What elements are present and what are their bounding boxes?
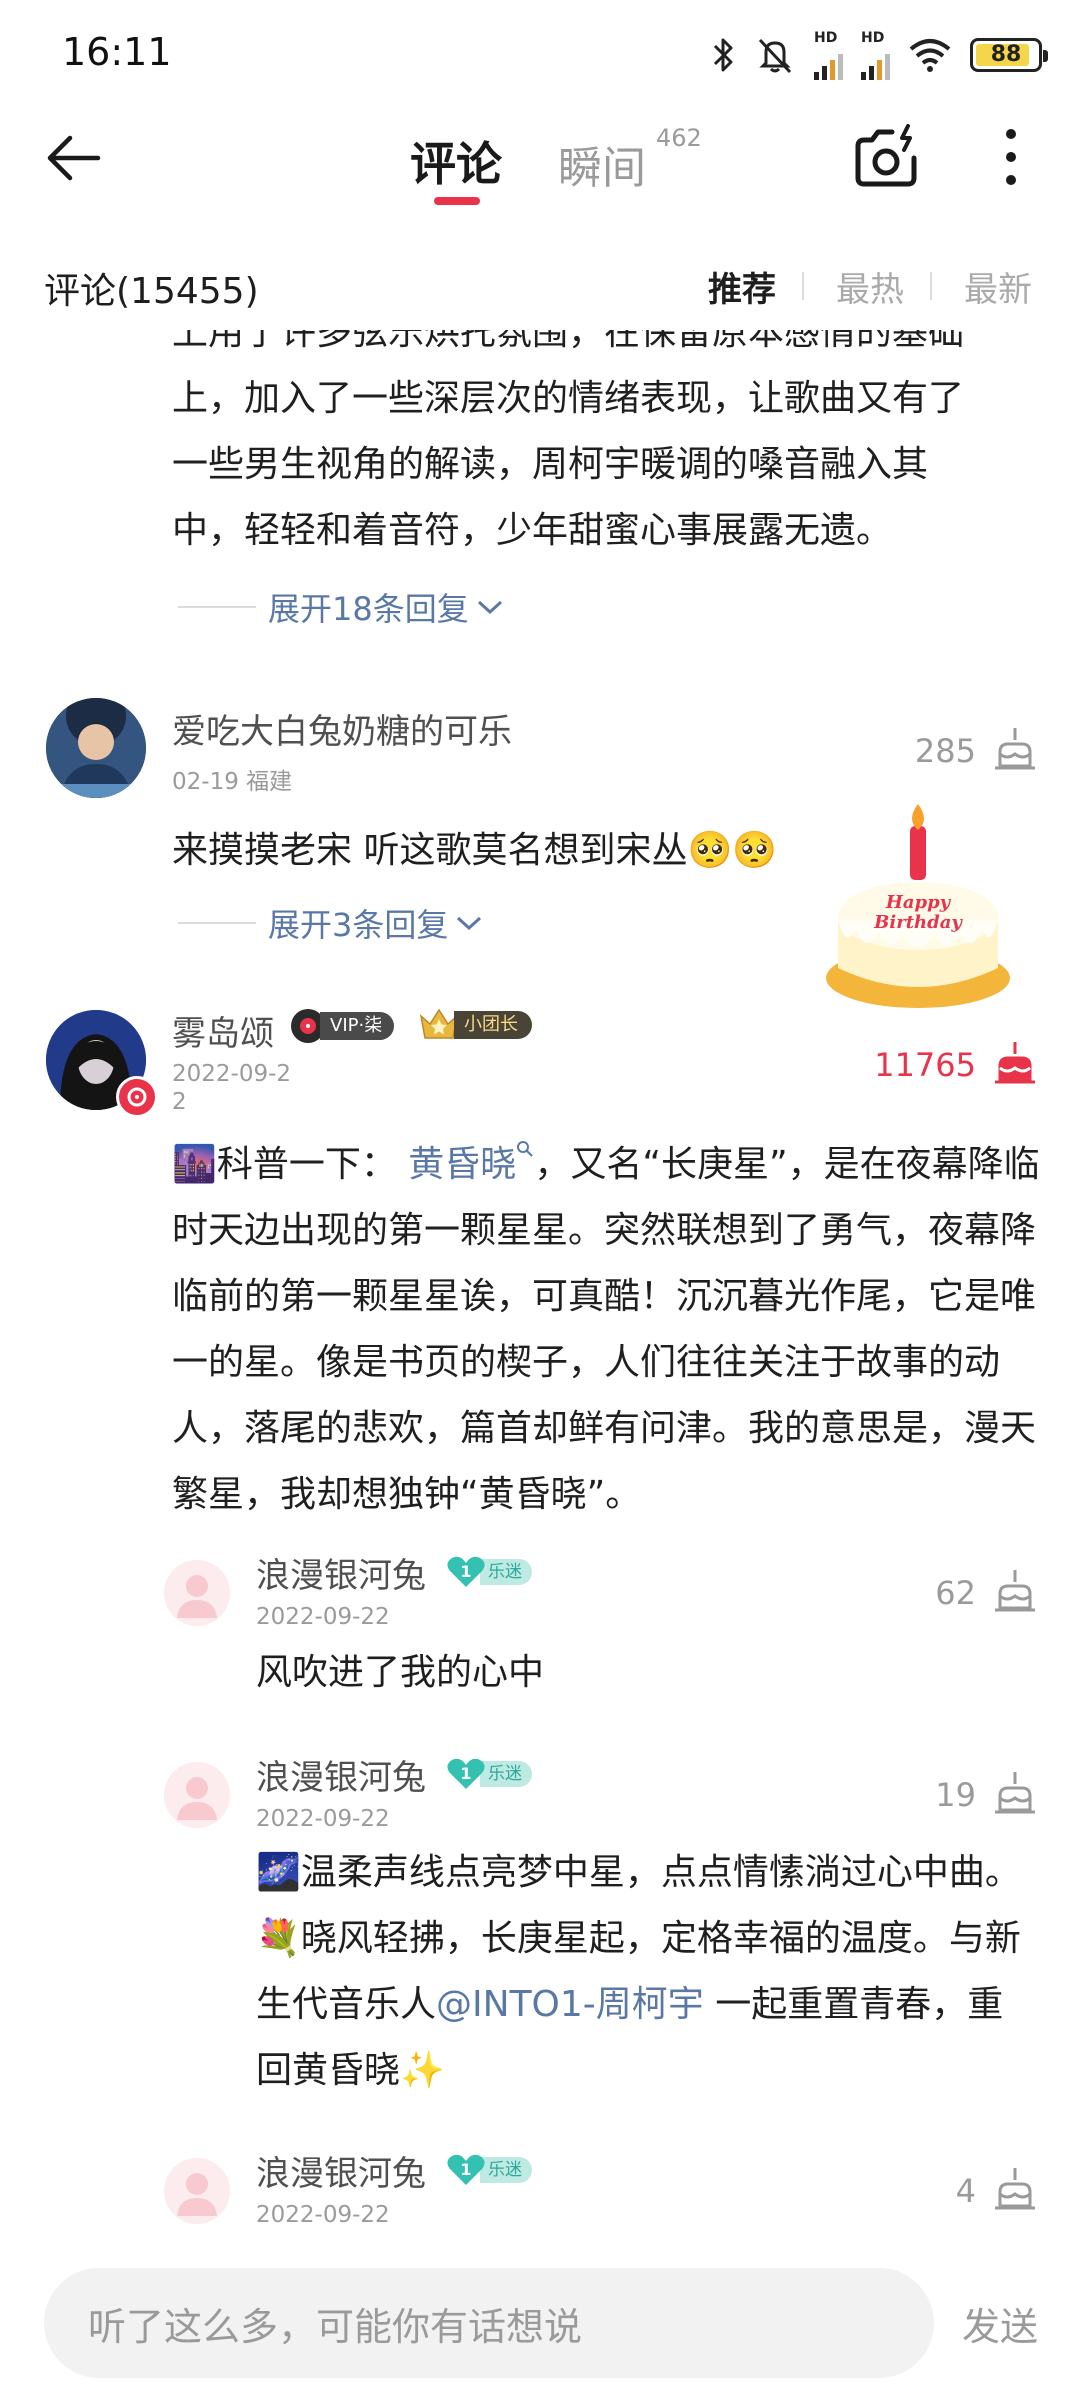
reply-avatar[interactable]: [164, 1762, 230, 1828]
default-user-icon: [177, 1777, 217, 1820]
more-vertical-icon: [1006, 129, 1016, 185]
moments-count-badge: 462: [656, 124, 702, 152]
send-button[interactable]: 发送: [962, 2296, 1038, 2351]
sticker-text-line1: Happy: [885, 892, 952, 913]
avatar[interactable]: [46, 698, 146, 798]
default-user-icon: [177, 1575, 217, 1618]
heart-level-icon: 1: [447, 2154, 485, 2185]
reply-date: 2022-09-22: [256, 2202, 390, 2228]
reply-text: 风吹进了我的心中: [256, 1652, 545, 1693]
battery-level: 88: [990, 42, 1022, 67]
mute-vibrate-icon: [758, 38, 792, 74]
group-leader-badge[interactable]: 小团长: [418, 1006, 532, 1044]
comment-count-title: 评论(15455): [44, 271, 259, 312]
comment-username[interactable]: 爱吃大白兔奶糖的可乐: [172, 704, 512, 753]
expand-replies-button[interactable]: 展开18条回复: [178, 584, 505, 630]
svg-text:1: 1: [460, 2160, 471, 2179]
cake-like-icon[interactable]: [992, 722, 1038, 772]
like-count: 62: [935, 1574, 976, 1612]
default-user-icon: [177, 2173, 217, 2216]
reply-text: 🌌温柔声线点亮梦中星，点点情愫淌过心中曲。💐晓风轻拂，长庚星起，定格幸福的温度。…: [256, 1852, 1021, 2091]
chevron-down-icon: [457, 916, 482, 931]
comment-text: 🌆科普一下： 黄昏晓 ，又名“长庚星”，是在夜幕降临时天边出现的第一颗星星。突然联…: [172, 1132, 1042, 1528]
heart-level-icon: 1: [447, 1758, 485, 1789]
level-badge[interactable]: 1 乐迷: [446, 1757, 532, 1791]
partial-comment-text: 上用了许多弦乐烘托氛围，在保留原本感情的基础 上，加入了一些深层次的情绪表现，让…: [172, 330, 965, 551]
battery-icon: 88: [970, 38, 1048, 72]
back-arrow-icon: [47, 135, 101, 181]
tab-moments[interactable]: 瞬间: [558, 132, 646, 196]
sort-new[interactable]: 最新: [964, 262, 1032, 311]
sort-divider: [930, 272, 932, 300]
sort-recommend[interactable]: 推荐: [708, 262, 776, 311]
bluetooth-icon: [713, 38, 733, 72]
like-count: 19: [935, 1776, 976, 1814]
wifi-icon: [909, 39, 951, 72]
comment-input-placeholder[interactable]: 听了这么多，可能你有话想说: [88, 2296, 582, 2351]
music-badge-icon: [116, 1076, 158, 1118]
like-count: 285: [914, 732, 976, 770]
reply-date: 2022-09-22: [256, 1806, 390, 1832]
active-tab-indicator: [434, 197, 480, 205]
comment-date: 2022-09-2 2: [172, 1061, 292, 1115]
mention-link[interactable]: @INTO1-周柯宇: [436, 1984, 704, 2025]
svg-text:1: 1: [460, 1562, 471, 1581]
topic-link[interactable]: 黄昏晓: [408, 1141, 534, 1185]
expand-replies-button[interactable]: 展开3条回复: [178, 900, 484, 946]
comment-username[interactable]: 雾岛颂: [172, 1006, 274, 1055]
status-icons: HD HD 88: [712, 30, 1048, 80]
user-avatar-photo: [46, 698, 146, 798]
more-options-button[interactable]: [996, 124, 1026, 194]
camera-icon: [855, 124, 917, 187]
back-button[interactable]: [40, 128, 120, 188]
reply-avatar[interactable]: [164, 1560, 230, 1626]
reply-username[interactable]: 浪漫银河兔: [256, 2146, 426, 2195]
cake-like-icon-active[interactable]: [992, 1036, 1038, 1086]
chevron-down-icon: [477, 600, 502, 615]
reply-avatar[interactable]: [164, 2158, 230, 2224]
svg-text:1: 1: [460, 1764, 471, 1783]
cake-like-icon[interactable]: [992, 2162, 1038, 2212]
like-count: 11765: [874, 1046, 976, 1084]
level-badge[interactable]: 1 乐迷: [446, 2153, 532, 2187]
cake-like-icon[interactable]: [992, 1564, 1038, 1614]
sort-hot[interactable]: 最热: [836, 262, 904, 311]
reply-date: 2022-09-22: [256, 1604, 390, 1630]
like-count: 4: [955, 2172, 976, 2210]
signal-hd-icon-2: HD: [861, 30, 890, 80]
heart-level-icon: 1: [447, 1556, 485, 1587]
comment-meta: 02-19 福建: [172, 769, 293, 795]
signal-hd-icon: HD: [814, 30, 843, 80]
birthday-cake-sticker: Happy Birthday: [818, 800, 1018, 1020]
reply-username[interactable]: 浪漫银河兔: [256, 1750, 426, 1799]
sticker-text-line2: Birthday: [873, 912, 963, 933]
camera-button[interactable]: [850, 122, 924, 192]
sort-divider: [802, 272, 804, 300]
level-badge[interactable]: 1 乐迷: [446, 1555, 532, 1589]
status-time: 16:11: [62, 30, 172, 74]
cake-like-icon[interactable]: [992, 1766, 1038, 1816]
vip-badge[interactable]: VIP·柒: [290, 1008, 395, 1044]
search-icon: [517, 1141, 534, 1157]
tab-comments[interactable]: 评论: [410, 128, 502, 194]
reply-username[interactable]: 浪漫银河兔: [256, 1548, 426, 1597]
